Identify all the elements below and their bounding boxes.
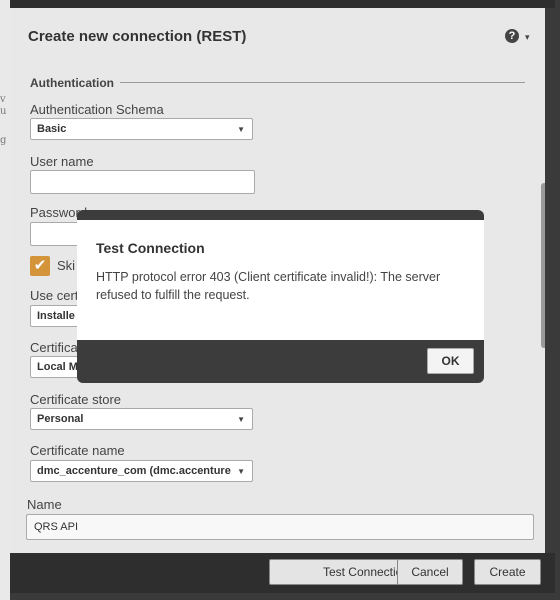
- checkmark-icon: ✔: [33, 257, 47, 274]
- certificate-location-value: Local M: [37, 361, 78, 373]
- caret-down-icon: ▼: [234, 467, 245, 476]
- certificate-store-value: Personal: [37, 413, 84, 425]
- auth-schema-value: Basic: [37, 123, 67, 135]
- user-name-label: User name: [30, 154, 94, 169]
- certificate-location-label: Certifica: [30, 340, 78, 355]
- cancel-button[interactable]: Cancel: [397, 559, 463, 585]
- modal-body: Test Connection HTTP protocol error 403 …: [77, 220, 484, 340]
- certificate-name-label: Certificate name: [30, 443, 125, 458]
- chevron-down-icon[interactable]: ▾: [525, 32, 530, 43]
- background-text-fragment: g: [0, 135, 7, 146]
- ok-button[interactable]: OK: [427, 348, 474, 374]
- create-button[interactable]: Create: [474, 559, 541, 585]
- auth-schema-label: Authentication Schema: [30, 102, 164, 117]
- skip-checkbox[interactable]: ✔: [30, 256, 50, 276]
- section-divider: [120, 82, 525, 83]
- skip-checkbox-label: Ski: [57, 258, 76, 273]
- certificate-name-select[interactable]: dmc_accenture_com (dmc.accenture ▼: [30, 460, 253, 482]
- name-input[interactable]: QRS API: [26, 514, 534, 540]
- user-name-input[interactable]: [30, 170, 255, 194]
- scrollbar-thumb[interactable]: [541, 183, 545, 348]
- certificate-name-value: dmc_accenture_com (dmc.accenture: [37, 465, 231, 477]
- caret-down-icon: ▼: [237, 125, 245, 134]
- use-certificate-label: Use cert: [30, 288, 79, 303]
- dialog-top-chrome: [10, 0, 555, 8]
- dialog-title: Create new connection (REST): [28, 28, 247, 45]
- auth-schema-select[interactable]: Basic ▼: [30, 118, 253, 140]
- background-text-fragment: v: [0, 94, 6, 105]
- caret-down-icon: ▼: [237, 415, 245, 424]
- help-icon[interactable]: ?: [505, 29, 519, 43]
- modal-title: Test Connection: [96, 240, 205, 256]
- test-connection-modal: Test Connection HTTP protocol error 403 …: [77, 210, 484, 383]
- dialog-footer: Test Connection Cancel Create: [10, 553, 555, 593]
- certificate-store-label: Certificate store: [30, 392, 122, 407]
- certificate-store-select[interactable]: Personal ▼: [30, 408, 253, 430]
- use-certificate-value: Installe: [37, 310, 75, 322]
- name-label: Name: [27, 497, 62, 512]
- background-app: v u g: [0, 0, 10, 600]
- background-text-fragment: u: [0, 106, 7, 117]
- modal-message: HTTP protocol error 403 (Client certific…: [96, 270, 441, 302]
- section-authentication-label: Authentication: [30, 76, 114, 90]
